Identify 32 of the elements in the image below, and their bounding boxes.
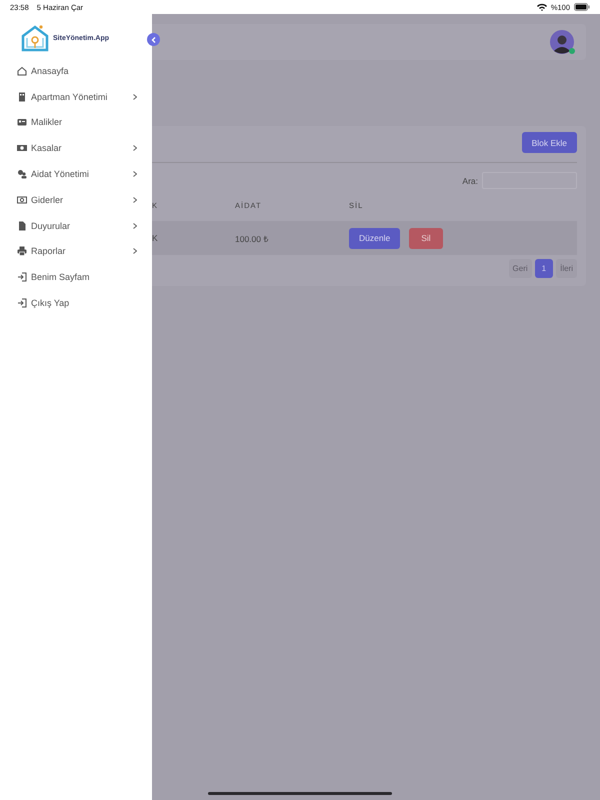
sidebar-item[interactable]: Anasayfa: [0, 58, 152, 84]
search-label: Ara:: [462, 176, 478, 186]
online-status-dot: [569, 48, 575, 54]
cash-icon: [17, 194, 27, 205]
sidebar-item[interactable]: Benim Sayfam: [0, 264, 152, 290]
file-icon: [17, 220, 27, 231]
sign-in-icon: [17, 272, 27, 282]
table-cell-text: K: [152, 233, 159, 243]
sidebar-item[interactable]: Kasalar: [0, 135, 152, 162]
users-icon: [17, 169, 27, 180]
sidebar-item[interactable]: Aidat Yönetimi: [0, 161, 152, 187]
avatar[interactable]: [550, 30, 574, 54]
sidebar-item[interactable]: Apartman Yönetimi: [0, 84, 152, 110]
table-cell-text: 100.00 ₺: [235, 232, 270, 244]
sidebar-item[interactable]: Giderler: [0, 186, 152, 213]
sidebar-item[interactable]: Çıkış Yap: [0, 290, 152, 316]
edit-button[interactable]: Düzenle: [349, 228, 400, 248]
building-icon: [17, 92, 27, 102]
sidebar-item[interactable]: Raporlar: [0, 238, 152, 264]
chevron-left-icon: [150, 36, 156, 42]
battery-icon: [574, 3, 590, 11]
house-icon: [17, 66, 27, 76]
banknote-icon: [17, 143, 27, 154]
wifi-icon: [536, 3, 547, 11]
add-block-button[interactable]: Blok Ekle: [522, 132, 577, 153]
id-card-icon: [17, 117, 27, 128]
printer-icon: [17, 246, 27, 256]
collapse-button[interactable]: [147, 33, 160, 46]
sidebar-item[interactable]: Malikler: [0, 110, 152, 136]
house-logo-icon: [20, 24, 50, 52]
sidebar-item[interactable]: Duyurular: [0, 212, 152, 239]
sign-in-icon: [17, 298, 27, 308]
